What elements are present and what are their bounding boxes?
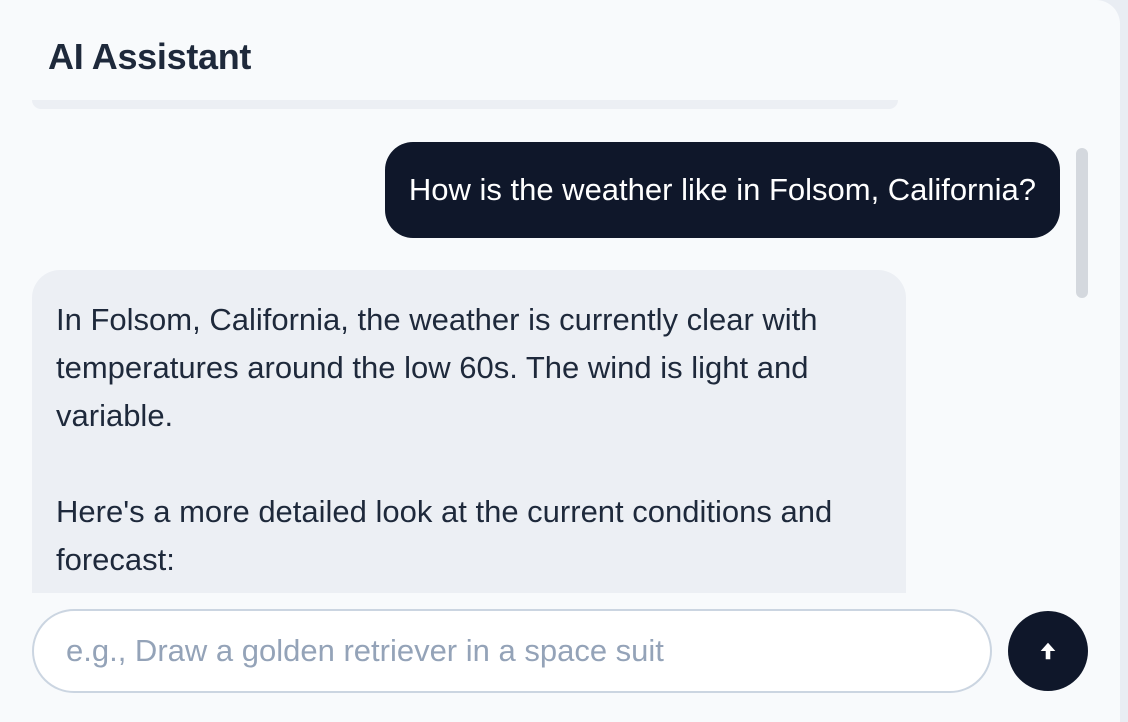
arrow-up-icon [1040, 642, 1056, 660]
assistant-message-paragraph: Here's a more detailed look at the curre… [56, 494, 833, 577]
send-button[interactable] [1008, 611, 1088, 691]
message-list[interactable]: AI Assistant How is the weather like in … [0, 0, 1120, 593]
chat-panel: AI Assistant How is the weather like in … [0, 0, 1120, 722]
composer-bar [0, 593, 1120, 722]
user-message-text: How is the weather like in Folsom, Calif… [408, 172, 1036, 207]
assistant-message-paragraph: In Folsom, California, the weather is cu… [56, 302, 818, 433]
previous-message-edge [32, 100, 898, 109]
prompt-input[interactable] [32, 609, 992, 693]
user-message: How is the weather like in Folsom, Calif… [384, 142, 1060, 238]
scrollbar-thumb[interactable] [1076, 148, 1088, 298]
assistant-message: In Folsom, California, the weather is cu… [32, 270, 906, 593]
page-title: AI Assistant [48, 36, 252, 77]
